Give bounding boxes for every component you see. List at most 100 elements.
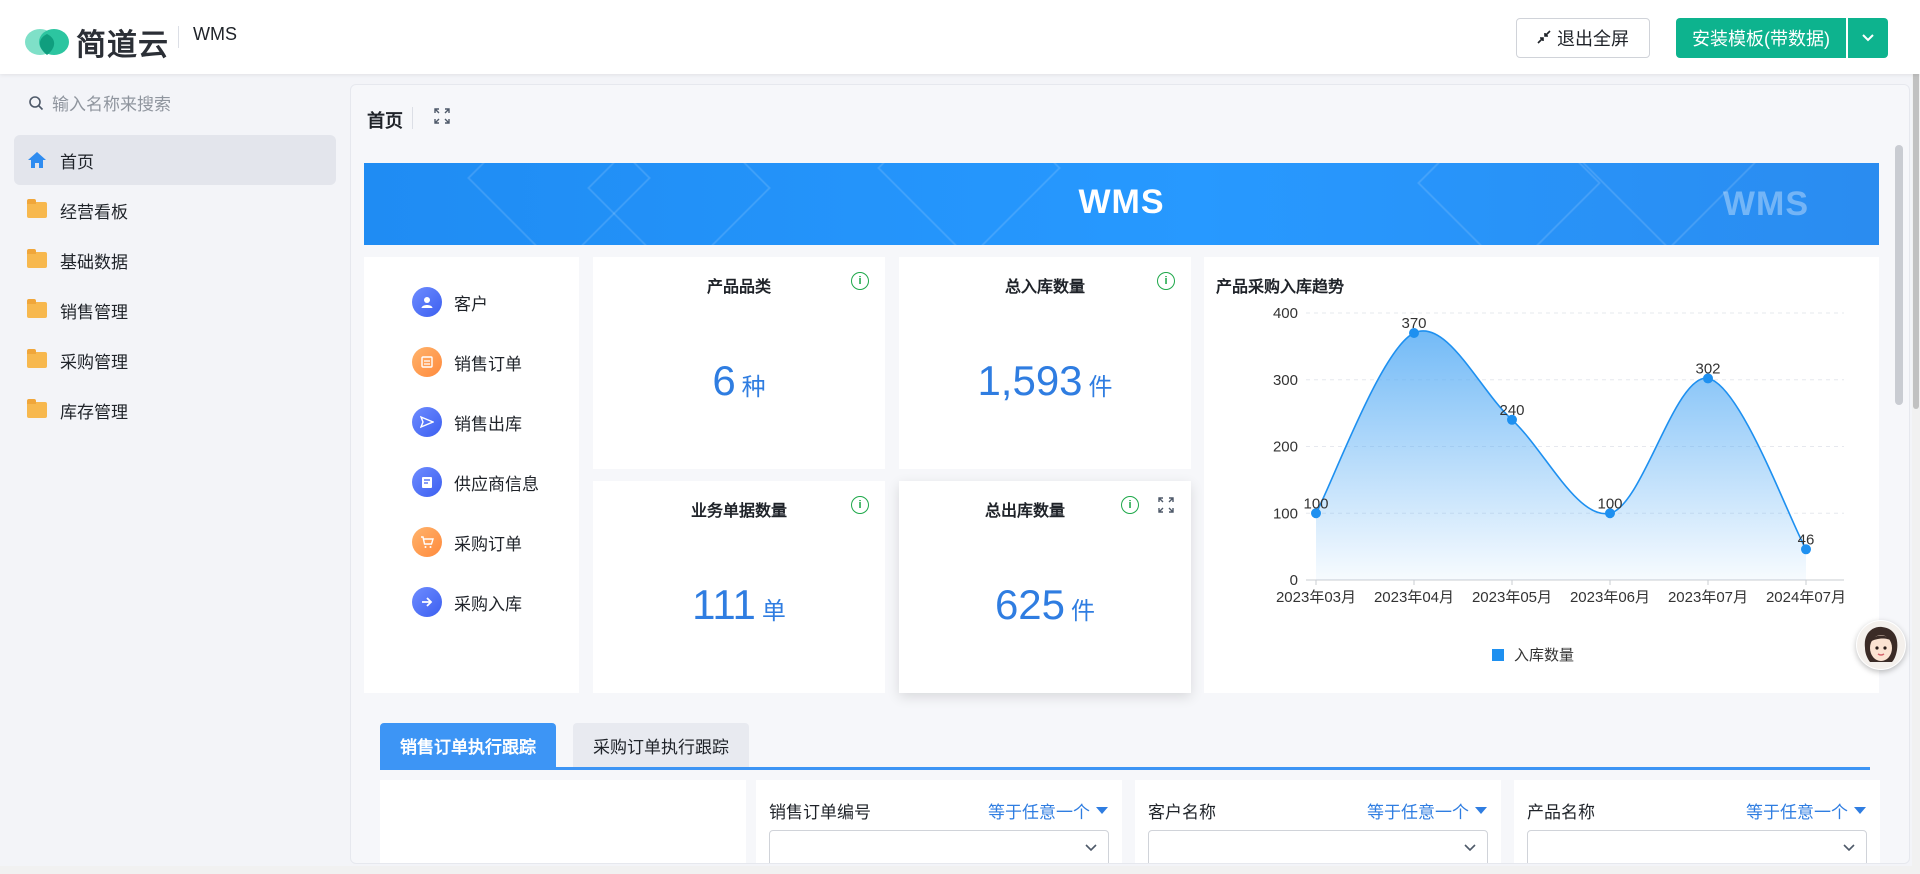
filter-customer-name: 客户名称 等于任意一个 [1135,780,1501,863]
app-name: WMS [193,24,237,44]
stat-unit: 种 [741,374,766,401]
logo-text: 简道云 [76,29,169,62]
shortcut-supplier[interactable]: 供应商信息 [412,467,539,497]
stat-value: 625 件 [899,581,1191,629]
sales-order-icon [412,347,442,377]
main-scrollbar[interactable] [1895,145,1903,405]
send-icon [412,407,442,437]
stat-unit: 单 [761,598,786,625]
stat-card-business-docs: 业务单据数量 i 111 单 [593,481,885,693]
shortcut-label: 销售出库 [454,414,522,434]
filter-operator[interactable]: 等于任意一个 [1367,798,1487,823]
tab-sales-order-tracking[interactable]: 销售订单执行跟踪 [380,723,556,767]
banner-logo: WMS [1722,185,1809,223]
header-divider [178,26,179,48]
filter-sales-order-no: 销售订单编号 等于任意一个 [756,780,1122,863]
sidebar-item-dashboard[interactable]: 经营看板 [14,185,336,235]
execution-tracking-section: 销售订单执行跟踪 采购订单执行跟踪 销售订单编号 等于任意一个 客户名称 等于任… [364,715,1880,863]
chevron-down-icon [1843,844,1855,852]
search-input[interactable]: 输入名称来搜索 [52,90,171,115]
info-icon[interactable]: i [851,496,869,514]
stat-number: 6 [712,357,736,404]
sidebar-item-home[interactable]: 首页 [14,135,336,185]
install-dropdown-button[interactable] [1848,18,1888,58]
stat-title: 产品品类 [706,279,771,296]
folder-icon [27,299,47,318]
stat-unit: 件 [1071,598,1096,625]
legend-label: 入库数量 [1514,647,1574,664]
expand-icon[interactable] [1157,496,1175,519]
tab-purchase-order-tracking[interactable]: 采购订单执行跟踪 [573,723,749,767]
filter-operator-label: 等于任意一个 [1367,803,1469,822]
x-tick-label: 2023年04月 [1374,589,1454,606]
y-tick-label: 200 [1273,439,1298,456]
main-panel: 首页 WMS WMS 客户 销售订单 销售出库 供应商信息 采购订单 采购入库 … [350,84,1910,864]
filter-label: 产品名称 [1527,803,1595,822]
shortcut-customer[interactable]: 客户 [412,287,488,317]
y-tick-label: 0 [1290,572,1298,589]
y-tick-label: 400 [1273,305,1298,322]
customer-icon [412,287,442,317]
data-label: 370 [1401,315,1426,332]
shortcut-sales-order[interactable]: 销售订单 [412,347,522,377]
info-icon[interactable]: i [1121,496,1139,514]
folder-icon [27,249,47,268]
x-tick-label: 2023年05月 [1472,589,1552,606]
tab-home[interactable]: 首页 [367,107,403,133]
chevron-down-icon [1085,844,1097,852]
folder-icon [27,399,47,418]
sidebar-item-label: 首页 [60,152,94,172]
home-icon [26,150,48,170]
filter-select[interactable] [1527,830,1867,863]
sidebar-item-label: 经营看板 [60,202,128,222]
stat-unit: 件 [1088,374,1113,401]
sidebar-item-label: 基础数据 [60,252,128,272]
filter-select[interactable] [769,830,1109,863]
expand-icon[interactable] [433,107,453,127]
exit-fullscreen-button[interactable]: 退出全屏 [1516,18,1650,58]
install-template-button[interactable]: 安装模板(带数据) [1676,18,1846,58]
cart-icon [412,527,442,557]
shortcut-label: 客户 [454,294,488,314]
caret-down-icon [1096,807,1108,814]
stat-title: 业务单据数量 [690,503,787,520]
shortcut-label: 采购订单 [454,534,522,554]
sidebar-item-purchase[interactable]: 采购管理 [14,335,336,385]
info-icon[interactable]: i [851,272,869,290]
shortcut-label: 供应商信息 [454,474,539,494]
top-bar: 简道云 WMS 退出全屏 安装模板(带数据) [0,0,1920,74]
filter-operator[interactable]: 等于任意一个 [1746,798,1866,823]
stat-value: 6种 [593,357,885,405]
data-label: 46 [1798,531,1815,548]
tab-bar: 首页 [351,85,1909,143]
shortcut-sales-outbound[interactable]: 销售出库 [412,407,522,437]
search-icon [29,95,44,110]
supplier-icon [412,467,442,497]
inbound-trend-chart: 产品采购入库趋势 0 100 200 300 400 2023年03月 2023年04月 20… [1204,257,1879,693]
tab-underline [380,767,1870,770]
stat-card-total-inbound: 总入库数量 i 1,593 件 [899,257,1191,469]
x-tick-label: 2023年07月 [1668,589,1748,606]
logo[interactable]: 简道云 [24,20,169,64]
chevron-down-icon [1862,34,1874,42]
sidebar-item-base-data[interactable]: 基础数据 [14,235,336,285]
x-tick-label: 2023年06月 [1570,589,1650,606]
sidebar-item-sales[interactable]: 销售管理 [14,285,336,335]
stat-card-product-categories: 产品品类 i 6种 [593,257,885,469]
filter-operator[interactable]: 等于任意一个 [988,798,1108,823]
filter-product-name: 产品名称 等于任意一个 [1514,780,1880,863]
stat-value: 1,593 件 [899,357,1191,405]
filter-select[interactable] [1148,830,1488,863]
sidebar-item-inventory[interactable]: 库存管理 [14,385,336,435]
y-tick-label: 100 [1273,505,1298,522]
logo-icon [24,24,70,60]
x-tick-label: 2023年03月 [1276,589,1356,606]
assistant-avatar[interactable] [1856,620,1906,670]
sidebar-item-label: 库存管理 [60,402,128,422]
shortcut-purchase-order[interactable]: 采购订单 [412,527,522,557]
shortcut-purchase-inbound[interactable]: 采购入库 [412,587,522,617]
filter-blank-panel [380,780,746,863]
info-icon[interactable]: i [1157,272,1175,290]
sidebar-search[interactable]: 输入名称来搜索 [28,90,171,115]
legend-swatch [1492,649,1504,661]
